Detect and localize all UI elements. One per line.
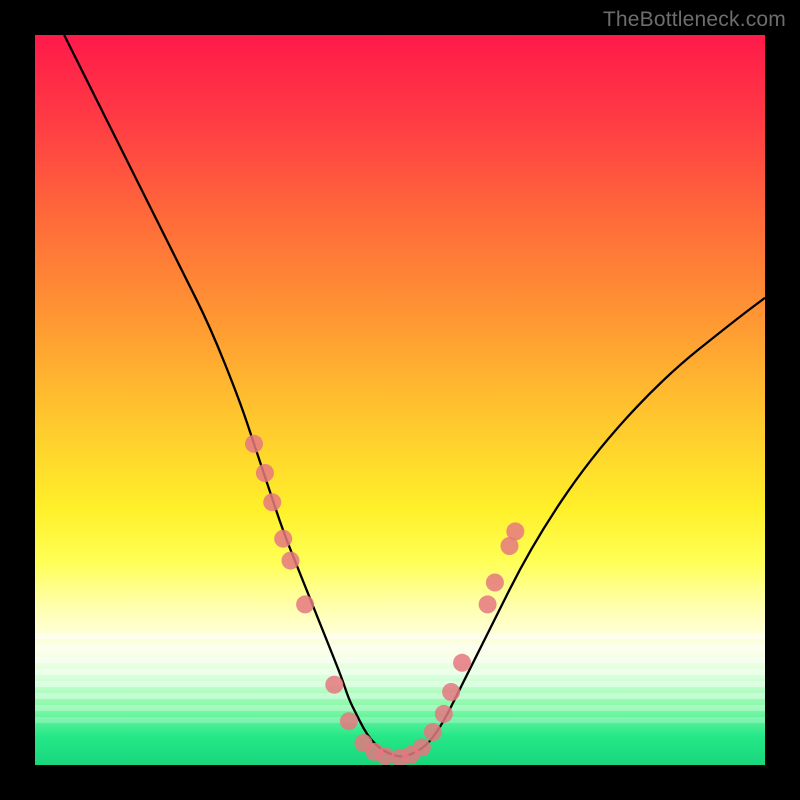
chart-frame: TheBottleneck.com: [0, 0, 800, 800]
bottleneck-curve: [64, 35, 765, 756]
data-dot: [424, 723, 442, 741]
data-dot: [282, 552, 300, 570]
data-dot: [413, 738, 431, 756]
watermark-text: TheBottleneck.com: [603, 8, 786, 32]
data-dot: [274, 530, 292, 548]
data-dot: [296, 595, 314, 613]
data-dot: [325, 676, 343, 694]
data-dot: [340, 712, 358, 730]
data-dot: [486, 574, 504, 592]
data-dot: [435, 705, 453, 723]
data-dot: [453, 654, 471, 672]
plot-area: [35, 35, 765, 765]
data-dot: [263, 493, 281, 511]
data-dot: [256, 464, 274, 482]
curve-layer: [35, 35, 765, 765]
data-dot: [442, 683, 460, 701]
data-dot: [479, 595, 497, 613]
data-dot: [245, 435, 263, 453]
data-dot: [506, 522, 524, 540]
